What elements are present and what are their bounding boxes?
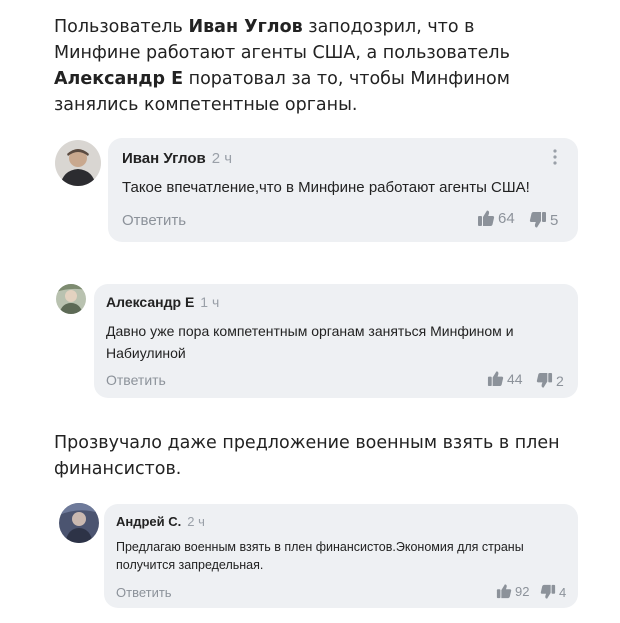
intro-user-alexandr: Александр Е	[54, 69, 184, 89]
reply-button[interactable]: Ответить	[122, 212, 186, 229]
dislike-button[interactable]: 2	[536, 372, 564, 389]
comment-card-3: Андрей С. 2 ч Предлагаю военным взять в п…	[52, 500, 580, 614]
dislike-count: 2	[556, 372, 564, 389]
thumbs-up-icon	[487, 371, 504, 387]
reply-button[interactable]: Ответить	[106, 372, 166, 388]
thumbs-up-icon	[478, 210, 495, 226]
dislike-button[interactable]: 4	[540, 584, 566, 600]
comment-author[interactable]: Александр Е1 ч	[106, 294, 219, 310]
like-button[interactable]: 44	[487, 370, 523, 387]
like-button[interactable]: 64	[477, 209, 515, 227]
comment-author[interactable]: Андрей С. 2 ч	[116, 514, 205, 529]
comment-time: 2 ч	[187, 514, 205, 529]
reply-button[interactable]: Ответить	[116, 585, 172, 600]
comment-time: 2 ч	[211, 150, 233, 167]
comment-text: Давно уже пора компетентным органам заня…	[106, 320, 514, 364]
intro-paragraph: Пользователь Иван Углов заподозрил, что …	[54, 14, 564, 118]
dislike-count: 4	[559, 584, 567, 600]
comment-text: Такое впечатление,что в Минфине работают…	[122, 179, 530, 196]
comment-text-line-2: Набиулиной	[106, 345, 186, 361]
avatar[interactable]	[56, 284, 86, 314]
comment-card-2: Александр Е1 ч Давно уже пора компетентн…	[52, 276, 580, 400]
intro-user-ivan: Иван Углов	[188, 17, 303, 37]
thumbs-down-icon	[536, 372, 553, 388]
more-vertical-icon[interactable]	[552, 148, 558, 171]
like-button[interactable]: 92	[496, 583, 529, 599]
avatar[interactable]	[59, 503, 99, 543]
comment-text: Предлагаю военным взять в плен финансист…	[116, 538, 524, 574]
like-count: 44	[507, 370, 523, 387]
comment-time: 1 ч	[200, 294, 220, 310]
like-count: 64	[498, 209, 515, 227]
thumbs-down-icon	[540, 584, 556, 599]
thumbs-down-icon	[529, 212, 546, 228]
dislike-count: 5	[550, 211, 559, 229]
comment-text-line-1: Предлагаю военным взять в плен финансист…	[116, 540, 524, 554]
comment-text-line-1: Давно уже пора компетентным органам заня…	[106, 323, 514, 339]
thumbs-up-icon	[496, 584, 512, 599]
comment-text-line-2: получится запредельная.	[116, 558, 264, 572]
comment-author[interactable]: Иван Углов 2 ч	[122, 150, 232, 167]
like-count: 92	[515, 583, 530, 599]
dislike-button[interactable]: 5	[529, 211, 558, 229]
intro-text-1: Пользователь	[54, 17, 189, 37]
comment-card-1: Иван Углов 2 ч Такое впечатление,что в Ми…	[52, 134, 580, 246]
middle-paragraph: Прозвучало даже предложение военным взят…	[54, 433, 560, 479]
avatar[interactable]	[55, 140, 101, 186]
